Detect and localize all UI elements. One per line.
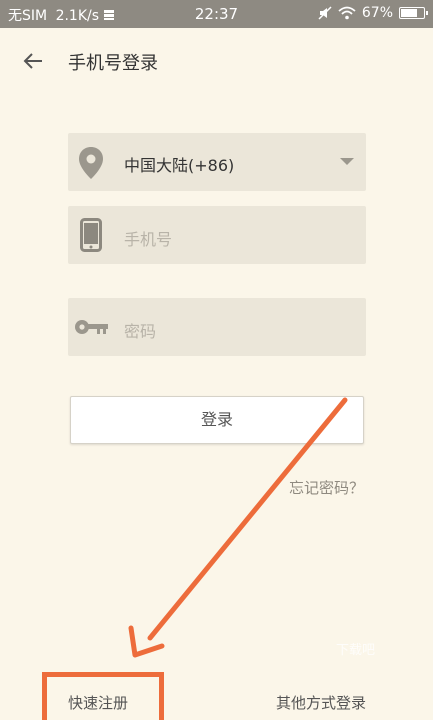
other-login-link[interactable]: 其他方式登录 bbox=[276, 692, 366, 713]
password-input[interactable]: 密码 bbox=[68, 298, 366, 356]
watermark: 下载吧 bbox=[336, 643, 376, 658]
battery-percent: 67% bbox=[361, 5, 393, 21]
wifi-icon bbox=[338, 6, 356, 20]
region-select[interactable]: 中国大陆(+86) bbox=[68, 133, 366, 191]
header: 手机号登录 bbox=[0, 28, 433, 94]
phone-icon bbox=[80, 218, 102, 252]
phone-placeholder: 手机号 bbox=[124, 230, 173, 249]
location-pin-icon bbox=[79, 147, 103, 179]
login-button[interactable]: 登录 bbox=[70, 396, 364, 444]
key-icon bbox=[75, 320, 108, 334]
status-bar: 无SIM 2.1K/s 22:37 67% bbox=[0, 0, 433, 28]
password-placeholder: 密码 bbox=[124, 322, 157, 341]
battery-fill bbox=[401, 9, 418, 17]
triangle-down-icon bbox=[340, 158, 354, 165]
status-right: 67% bbox=[318, 5, 428, 21]
battery-icon bbox=[399, 7, 428, 19]
back-button[interactable] bbox=[18, 46, 48, 76]
phone-input[interactable]: 手机号 bbox=[68, 206, 366, 264]
arrow-left-icon bbox=[23, 53, 42, 69]
page-title: 手机号登录 bbox=[68, 53, 158, 74]
mute-icon bbox=[318, 6, 332, 20]
region-value: 中国大陆(+86) bbox=[124, 156, 235, 175]
forgot-password-link[interactable]: 忘记密码？ bbox=[289, 477, 364, 498]
annotation-highlight-box bbox=[42, 672, 164, 720]
annotation-arrow bbox=[128, 397, 348, 658]
